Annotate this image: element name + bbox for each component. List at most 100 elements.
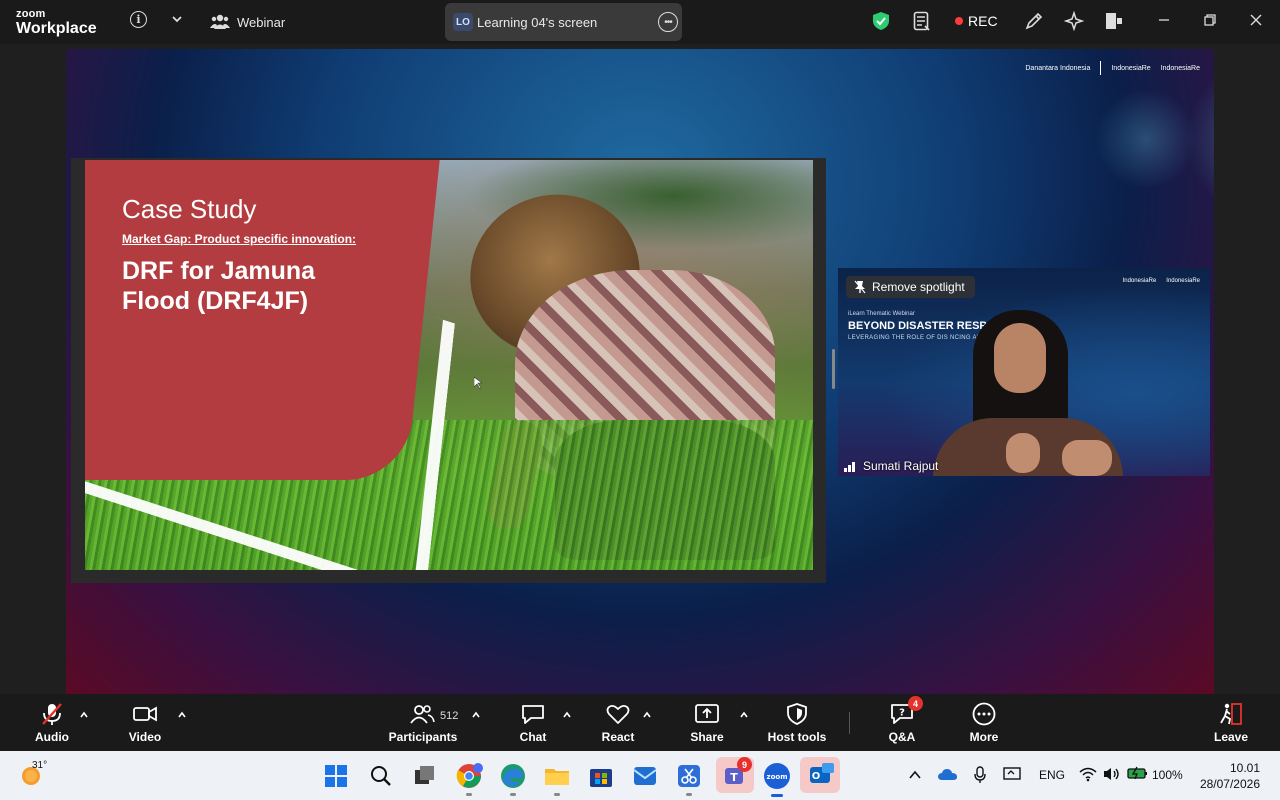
chat-bubble-icon [520,702,546,726]
meeting-stage: Danantara Indonesia IndonesiaRe Indonesi… [0,44,1280,694]
chat-button[interactable]: Chat [513,702,553,748]
video-logo-a: IndonesiaRe [1122,278,1157,284]
start-windows-icon[interactable] [321,761,351,791]
logo-indonesiare: IndonesiaRe [1111,64,1151,72]
snipping-running-indicator [686,793,692,796]
toolbar-divider [849,712,850,734]
participants-icon [409,702,435,726]
svg-text:zoom: zoom [767,773,788,781]
heart-icon [605,702,631,726]
onedrive-cloud-icon[interactable] [938,767,958,781]
svg-text:O: O [812,771,821,782]
annotate-pen-icon[interactable] [1024,11,1044,31]
video-options-chevron-icon[interactable] [177,710,187,720]
meeting-type-label: Webinar [237,15,286,30]
meeting-controls: Audio Video Participants 512 Chat React … [0,694,1280,751]
qa-button[interactable]: ? 4 Q&A [882,696,923,748]
qa-label: Q&A [888,730,916,744]
spotlight-video-tile[interactable]: IndonesiaRe IndonesiaRe iLearn Thematic … [838,268,1210,476]
participant-hand-right [1062,440,1112,476]
windows-taskbar: 31° T 9 zoom O ENG 100% 10.01 28/07/2026 [0,751,1280,800]
outlook-icon[interactable]: O [800,757,840,793]
webinar-icon [210,14,230,29]
video-button[interactable]: Video [125,702,165,748]
side-panel-icon[interactable] [1104,11,1124,31]
close-icon[interactable] [1248,12,1264,28]
leave-label: Leave [1213,730,1249,744]
zoom-icon[interactable]: zoom [761,760,793,797]
explorer-running-indicator [554,793,560,796]
security-shield-icon[interactable] [872,11,890,31]
shared-screen-indicator[interactable]: LO Learning 04's screen ••• [445,3,682,41]
minimize-icon[interactable] [1156,12,1172,28]
signal-strength-icon [844,462,855,472]
ai-companion-icon[interactable] [1064,11,1084,31]
host-tools-button[interactable]: Host tools [764,702,830,748]
meeting-summary-icon[interactable] [913,11,931,31]
clock-time: 10.01 [1229,761,1260,775]
react-label: React [601,730,635,744]
microphone-tray-icon[interactable] [974,766,986,784]
video-logo-b: IndonesiaRe [1166,278,1200,284]
battery-percent: 100% [1152,768,1183,782]
video-label: Video [128,730,162,744]
share-button[interactable]: Share [687,702,727,748]
chat-options-chevron-icon[interactable] [562,710,572,720]
file-explorer-icon[interactable] [542,761,572,796]
participant-name-tag: Sumati Rajput [844,459,938,473]
slide-image: Case Study Market Gap: Product specific … [85,160,813,570]
zoom-logo: zoom Workplace [16,9,97,37]
outlook-new-icon[interactable] [630,761,660,791]
slide-heading: DRF for Jamuna Flood (DRF4JF) [122,257,316,315]
participants-count: 512 [440,710,459,722]
volume-icon[interactable] [1102,766,1120,782]
more-options-icon[interactable]: ••• [658,12,678,32]
screen-cast-tray-icon[interactable] [1002,766,1022,782]
wifi-icon[interactable] [1079,766,1097,782]
task-view-icon[interactable] [410,761,440,791]
participants-options-chevron-icon[interactable] [471,710,481,720]
logo-separator [1100,61,1102,75]
teams-badge: 9 [737,757,752,772]
chrome-icon[interactable] [454,761,484,796]
svg-text:?: ? [899,708,905,719]
audio-label: Audio [35,730,69,744]
presentation-slide: Case Study Market Gap: Product specific … [71,158,826,583]
restore-icon[interactable] [1202,12,1218,28]
more-button[interactable]: More [964,702,1004,748]
participants-button[interactable]: Participants [388,702,458,748]
search-icon[interactable] [366,761,396,791]
mic-muted-icon [39,702,65,726]
remove-spotlight-button[interactable]: Remove spotlight [846,276,975,298]
participant-hand-left [1006,433,1040,473]
system-clock[interactable]: 10.01 28/07/2026 [1200,760,1260,792]
qa-badge: 4 [908,696,923,711]
chrome-running-indicator [466,793,472,796]
more-label: More [969,730,999,744]
participant-name: Sumati Rajput [863,459,939,473]
snipping-tool-icon[interactable] [674,761,704,796]
recording-indicator[interactable]: REC [955,13,998,29]
view-resize-handle[interactable] [832,349,835,389]
teams-icon[interactable]: T 9 [716,757,754,793]
show-hidden-icons-chevron-icon[interactable] [908,769,922,781]
edge-icon[interactable] [498,761,528,796]
clock-date: 28/07/2026 [1199,777,1260,791]
chat-label: Chat [519,730,547,744]
more-dots-icon [971,702,997,726]
battery-charging-icon[interactable] [1127,766,1149,780]
unpin-icon [854,280,866,294]
info-icon[interactable]: i [130,11,147,28]
language-indicator[interactable]: ENG [1039,768,1065,782]
react-options-chevron-icon[interactable] [642,710,652,720]
audio-options-chevron-icon[interactable] [79,710,89,720]
brand-line2: Workplace [16,20,97,37]
audio-button[interactable]: Audio [32,702,72,748]
chevron-down-icon[interactable] [170,12,184,26]
react-button[interactable]: React [598,702,638,748]
leave-button[interactable]: Leave [1211,702,1251,748]
mouse-cursor-icon [474,377,482,389]
store-icon[interactable] [586,761,616,791]
share-options-chevron-icon[interactable] [739,710,749,720]
weather-temperature: 31° [32,760,48,771]
